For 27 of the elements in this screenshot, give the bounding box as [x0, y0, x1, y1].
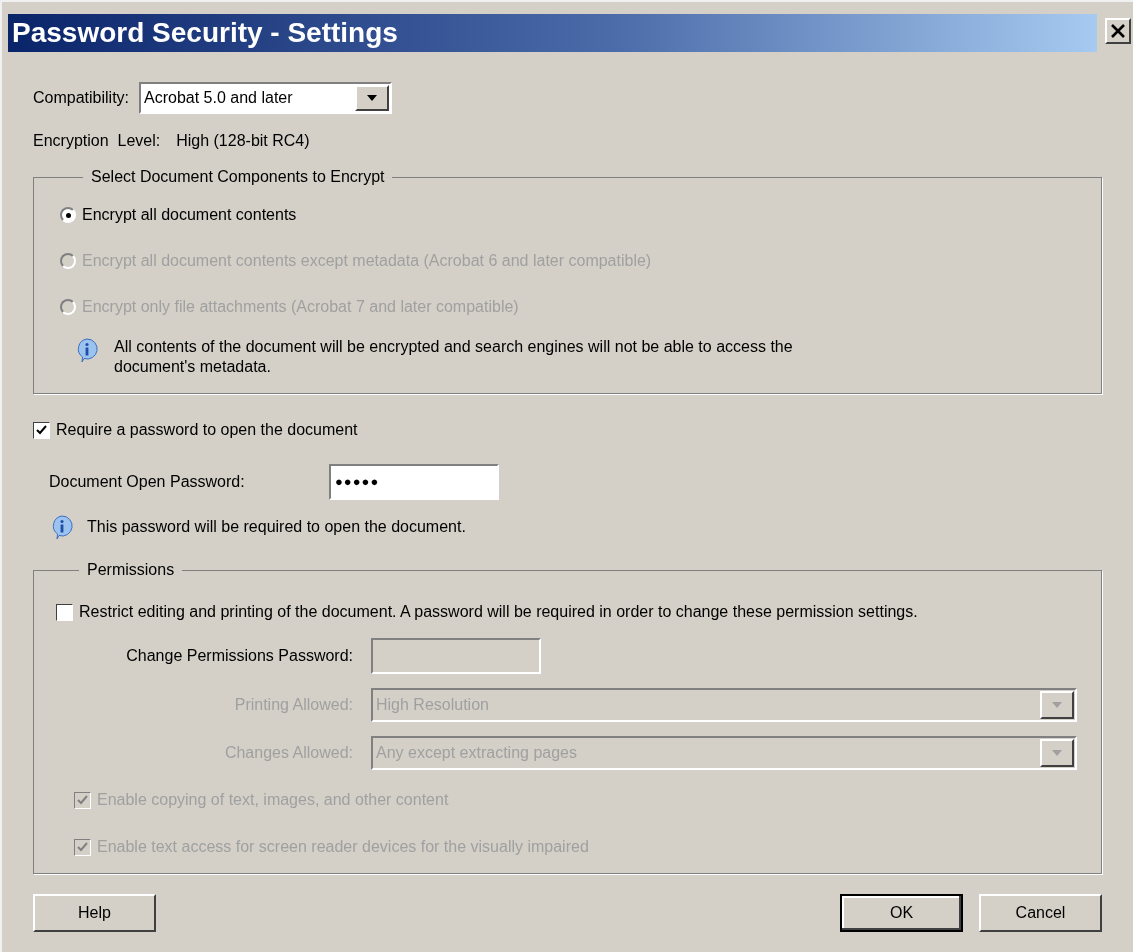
close-icon [1111, 24, 1125, 38]
dropdown-button[interactable] [355, 85, 390, 111]
group-title: Select Document Components to Encrypt [90, 167, 386, 187]
caret-icon [1052, 702, 1062, 708]
dialog-button[interactable]: Help [33, 894, 156, 932]
window-title: Password Security - Settings [12, 19, 398, 47]
info-text: All contents of the document will be encrypted and search engines will not be able to access the document's metadata. [114, 337, 794, 377]
field-label: Change Permissions Password: [125, 646, 354, 666]
field-label: Encryption Level: [33, 131, 161, 151]
caret-icon [367, 95, 378, 101]
field-label: Compatibility: [33, 88, 130, 108]
password-field[interactable]: ●●●●● [329, 464, 499, 500]
dialog-button[interactable]: OK [840, 894, 963, 932]
close-button[interactable] [1105, 18, 1131, 44]
field-label: Document Open Password: [49, 472, 246, 492]
info-text: This password will be required to open the document. [87, 517, 466, 537]
radio-label: Encrypt all document contents [82, 205, 297, 225]
encryption-level-value: High (128-bit RC4) [176, 131, 310, 151]
dialog-button[interactable]: Cancel [979, 894, 1102, 932]
radio-button[interactable] [60, 207, 76, 223]
checkbox-label: Restrict editing and printing of the document. A password will be required in order to change these permission settings. [79, 602, 918, 622]
checkbox[interactable] [33, 421, 50, 439]
caret-icon [1052, 750, 1062, 756]
compatibility-dropdown[interactable]: Acrobat 5.0 and later [139, 82, 393, 114]
group-title: Permissions [86, 560, 176, 580]
checkbox[interactable] [56, 603, 73, 621]
checkbox-label: Require a password to open the document [56, 420, 358, 440]
